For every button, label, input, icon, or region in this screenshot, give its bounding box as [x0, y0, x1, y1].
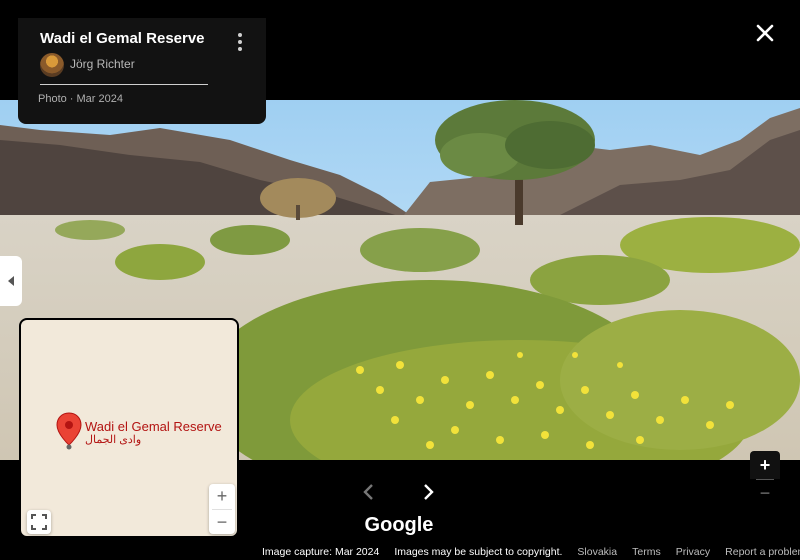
copyright-notice: Images may be subject to copyright. — [394, 546, 563, 558]
viewer-zoom-controls: + − — [750, 451, 780, 507]
footer: Image capture: Mar 2024 Images may be su… — [262, 546, 800, 558]
map-pin-icon — [56, 412, 82, 450]
divider — [40, 84, 208, 85]
google-logo: Google — [0, 514, 800, 537]
next-photo-button[interactable] — [419, 482, 437, 507]
collapse-panel-button[interactable] — [0, 256, 22, 306]
chevron-right-icon — [424, 484, 434, 500]
viewer-zoom-in-button[interactable]: + — [750, 451, 780, 479]
close-icon — [756, 24, 774, 42]
map-place-label-arabic: وادى الجمال — [85, 434, 142, 446]
viewer-zoom-out-button[interactable]: − — [750, 480, 780, 507]
image-capture-date: Image capture: Mar 2024 — [262, 546, 380, 558]
mini-map[interactable]: Wadi el Gemal Reserve وادى الجمال + − — [19, 318, 239, 538]
close-button[interactable] — [752, 20, 778, 46]
more-vert-icon[interactable] — [230, 30, 250, 54]
chevron-left-icon — [363, 484, 373, 500]
map-zoom-in-button[interactable]: + — [209, 484, 235, 509]
author-name[interactable]: Jörg Richter — [70, 57, 135, 71]
place-title: Wadi el Gemal Reserve — [40, 30, 205, 47]
photo-date: Photo · Mar 2024 — [38, 93, 123, 105]
avatar[interactable] — [40, 53, 64, 77]
report-problem-link[interactable]: Report a problem — [725, 546, 800, 558]
previous-photo-button[interactable] — [360, 482, 378, 507]
brand-text: Google — [364, 514, 434, 536]
privacy-link[interactable]: Privacy — [676, 546, 710, 558]
caret-left-icon — [8, 276, 14, 286]
terms-link[interactable]: Terms — [632, 546, 661, 558]
region-link[interactable]: Slovakia — [577, 546, 617, 558]
map-place-label[interactable]: Wadi el Gemal Reserve — [85, 419, 222, 434]
